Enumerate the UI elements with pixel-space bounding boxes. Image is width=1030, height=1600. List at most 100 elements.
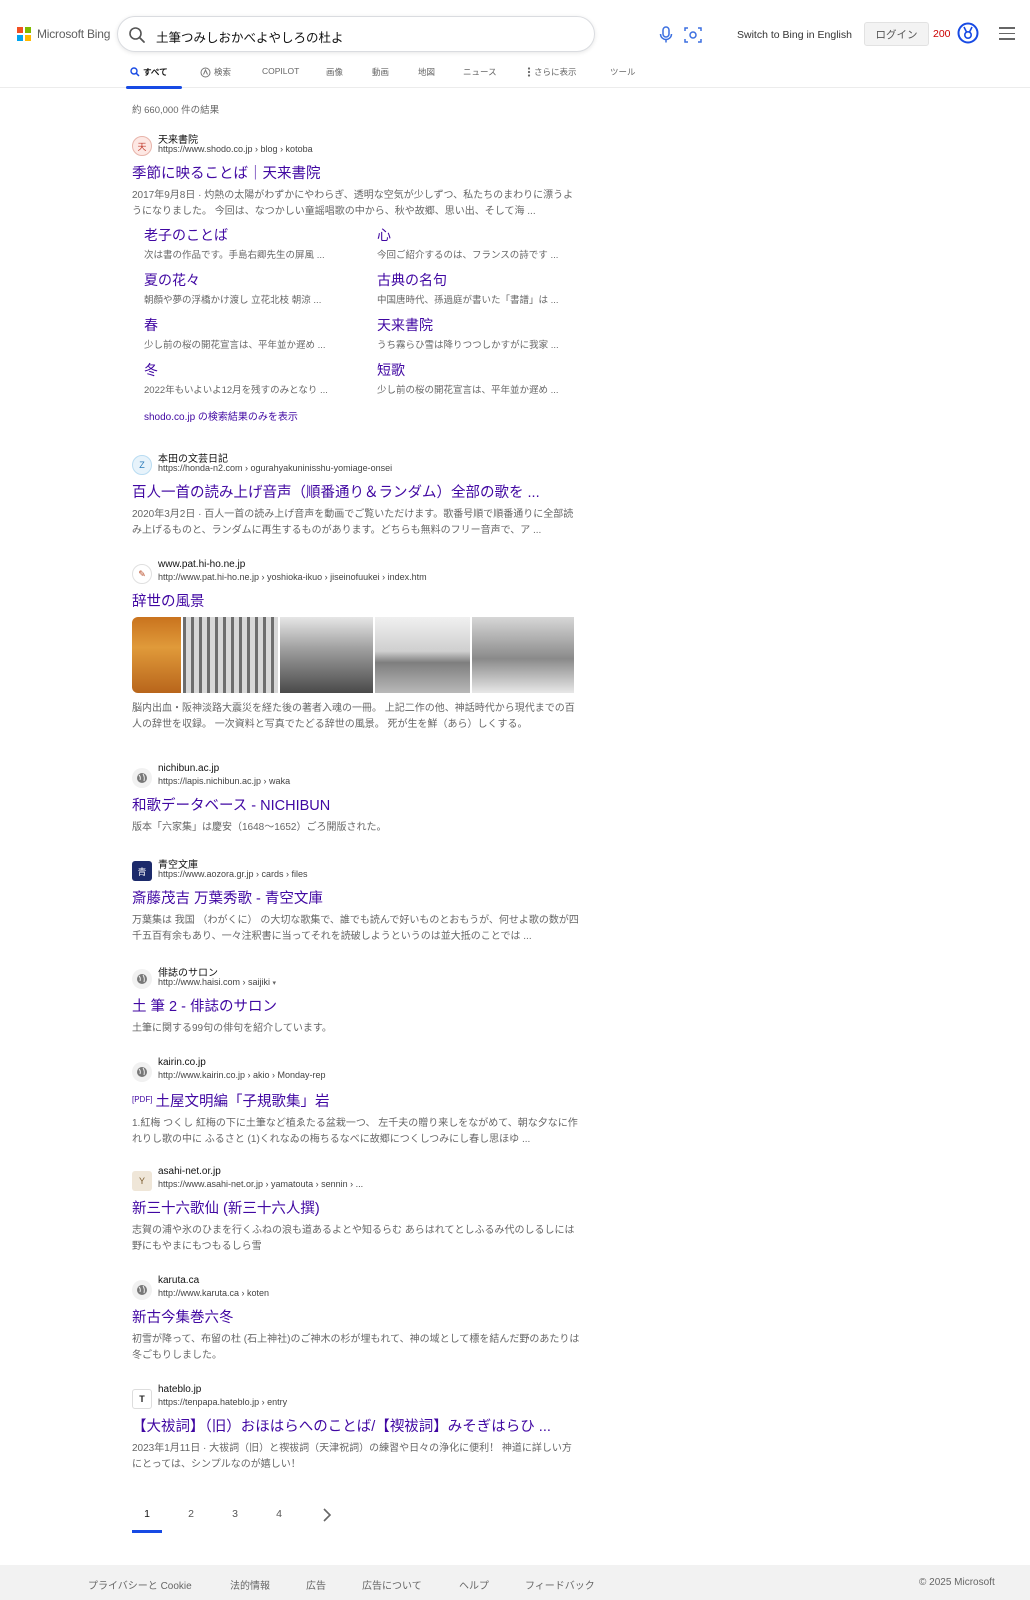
menu-icon[interactable] bbox=[999, 27, 1015, 44]
page-3[interactable]: 3 bbox=[220, 1508, 250, 1520]
deeplink[interactable]: 冬 2022年もいよいよ12月を残すのみとなり ... bbox=[144, 361, 344, 396]
search-result: 俳誌のサロン http://www.haisi.com › saijiki ▾ … bbox=[132, 963, 580, 1037]
result-header[interactable]: Z 本田の文芸日記 https://honda-n2.com › ogurahy… bbox=[132, 449, 580, 479]
search-input[interactable]: 土筆つみしおかべよやしろの杜よ bbox=[156, 27, 344, 46]
tab-copilot[interactable]: COPILOT bbox=[262, 66, 299, 76]
site-name: nichibun.ac.jp bbox=[158, 763, 220, 774]
result-header[interactable]: T hateblo.jp https://tenpapa.hateblo.jp … bbox=[132, 1383, 580, 1413]
search-icon bbox=[130, 67, 140, 77]
copilot-icon bbox=[200, 67, 211, 77]
more-from-site-link[interactable]: shodo.co.jp の検索結果のみを表示 bbox=[144, 408, 298, 423]
search-box[interactable]: 土筆つみしおかべよやしろの杜よ bbox=[117, 16, 702, 52]
rewards-points[interactable]: 200 bbox=[933, 28, 951, 40]
result-title-link[interactable]: 新古今集巻六冬 bbox=[132, 1309, 580, 1327]
result-snippet: 1.紅梅 つくし 紅梅の下に土筆など植ゑたる盆栽一つ、 左千夫の贈り来しをながめ… bbox=[132, 1118, 578, 1145]
result-title-link[interactable]: 新三十六歌仙 (新三十六人撰) bbox=[132, 1200, 580, 1218]
microphone-icon[interactable] bbox=[658, 26, 674, 44]
footer-privacy-link[interactable]: プライバシーと Cookie bbox=[88, 1577, 192, 1592]
more-vertical-icon bbox=[527, 67, 531, 77]
site-favicon-icon: ✎ bbox=[132, 564, 152, 584]
deeplink[interactable]: 老子のことば 次は書の作品です。手島右卿先生の屏風 ... bbox=[144, 226, 344, 261]
deeplink[interactable]: 天来書院 うち霧らひ雪は降りつつしかすがに我家 ... bbox=[377, 316, 577, 351]
result-title-link[interactable]: 【大祓詞】（旧）おほはらへのことば/【禊祓詞】みそぎはらひ ... bbox=[132, 1418, 580, 1436]
deeplink[interactable]: 春少し前の桜の開花宣言は、平年並か遅め ... bbox=[144, 316, 344, 351]
result-header[interactable]: karuta.ca http://www.karuta.ca › koten bbox=[132, 1274, 580, 1304]
site-url: https://tenpapa.hateblo.jp › entry bbox=[158, 1397, 288, 1407]
visual-search-icon[interactable] bbox=[684, 26, 702, 44]
tab-videos[interactable]: 動画 bbox=[372, 66, 389, 78]
footer-legal-link[interactable]: 法的情報 bbox=[230, 1577, 270, 1592]
footer-ads-link[interactable]: 広告 bbox=[306, 1577, 326, 1592]
deeplink[interactable]: 夏の花々 朝顔や夢の浮橋かけ渡し 立花北枝 朝涼 ... bbox=[144, 271, 344, 306]
result-title-link[interactable]: 百人一首の読み上げ音声（順番通り＆ランダム）全部の歌を ... bbox=[132, 484, 580, 502]
footer-about-ads-link[interactable]: 広告について bbox=[362, 1577, 422, 1592]
globe-icon bbox=[132, 969, 152, 989]
site-favicon-icon: 青 bbox=[132, 861, 152, 881]
site-name: karuta.ca bbox=[158, 1275, 200, 1286]
result-title-link[interactable]: 和歌データベース - NICHIBUN bbox=[132, 797, 580, 815]
tab-news[interactable]: ニュース bbox=[463, 66, 497, 78]
result-title-link[interactable]: 辞世の風景 bbox=[132, 593, 580, 611]
search-result: kairin.co.jp http://www.kairin.co.jp › a… bbox=[132, 1056, 580, 1148]
active-tab-indicator bbox=[126, 86, 182, 89]
rewards-medal-icon[interactable] bbox=[957, 22, 979, 44]
result-header[interactable]: Y asahi-net.or.jp https://www.asahi-net.… bbox=[132, 1165, 580, 1195]
pdf-badge: [PDF] bbox=[132, 1095, 153, 1104]
caret-down-icon[interactable]: ▾ bbox=[273, 980, 277, 987]
tab-tools[interactable]: ツール bbox=[610, 66, 636, 78]
house-photo-image[interactable] bbox=[280, 617, 373, 693]
page-2[interactable]: 2 bbox=[176, 1508, 206, 1520]
tab-all[interactable]: すべて bbox=[130, 66, 168, 78]
bing-logo[interactable]: Microsoft Bing bbox=[17, 27, 110, 41]
result-header[interactable]: 青 青空文庫 https://www.aozora.gr.jp › cards … bbox=[132, 855, 580, 885]
site-favicon-icon: T bbox=[132, 1389, 152, 1409]
street-photo-image[interactable] bbox=[472, 617, 574, 693]
search-result: T hateblo.jp https://tenpapa.hateblo.jp … bbox=[132, 1383, 580, 1473]
book-cover-image[interactable] bbox=[132, 617, 181, 693]
site-url: http://www.pat.hi-ho.ne.jp › yoshioka-ik… bbox=[158, 572, 427, 582]
result-snippet: 脳内出血・阪神淡路大震災を経た後の著者入魂の一冊。 上記二作の他、神話時代から現… bbox=[132, 703, 575, 730]
result-header[interactable]: 天 天来書院 https://www.shodo.co.jp › blog › … bbox=[132, 130, 580, 160]
result-count: 約 660,000 件の結果 bbox=[132, 105, 220, 116]
result-header[interactable]: kairin.co.jp http://www.kairin.co.jp › a… bbox=[132, 1056, 580, 1086]
gate-photo-image[interactable] bbox=[183, 617, 278, 693]
search-result: 天 天来書院 https://www.shodo.co.jp › blog › … bbox=[132, 130, 580, 426]
footer: プライバシーと Cookie 法的情報 広告 広告について ヘルプ フィードバッ… bbox=[0, 1565, 1030, 1600]
search-result: Y asahi-net.or.jp https://www.asahi-net.… bbox=[132, 1165, 580, 1255]
result-header[interactable]: 俳誌のサロン http://www.haisi.com › saijiki ▾ bbox=[132, 963, 580, 993]
result-header[interactable]: ✎ www.pat.hi-ho.ne.jp http://www.pat.hi-… bbox=[132, 558, 580, 588]
deeplink[interactable]: 古典の名句 中国唐時代、孫過庭が書いた「書譜」は ... bbox=[377, 271, 577, 306]
next-page-icon[interactable] bbox=[320, 1506, 334, 1524]
result-title-link[interactable]: [PDF] 土屋文明編「子規歌集」岩 bbox=[132, 1091, 580, 1111]
result-title-link[interactable]: 季節に映ることば｜天来書院 bbox=[132, 165, 580, 183]
site-url: http://www.karuta.ca › koten bbox=[158, 1288, 270, 1298]
tab-more[interactable]: さらに表示 bbox=[527, 66, 577, 78]
switch-language-link[interactable]: Switch to Bing in English bbox=[737, 29, 852, 41]
result-title-link[interactable]: 土 筆 2 - 俳誌のサロン bbox=[132, 998, 580, 1016]
page-1[interactable]: 1 bbox=[132, 1508, 162, 1520]
site-name: kairin.co.jp bbox=[158, 1057, 206, 1068]
tab-copilot-search[interactable]: 検索 bbox=[200, 66, 231, 78]
result-title-link[interactable]: 斎藤茂吉 万葉秀歌 - 青空文庫 bbox=[132, 890, 580, 908]
deeplink[interactable]: 短歌 少し前の桜の開花宣言は、平年並か遅め ... bbox=[377, 361, 577, 396]
site-favicon-icon: Y bbox=[132, 1171, 152, 1191]
result-header[interactable]: nichibun.ac.jp https://lapis.nichibun.ac… bbox=[132, 762, 580, 792]
site-url: https://honda-n2.com › ogurahyakuninissh… bbox=[158, 463, 393, 473]
result-snippet: 志賀の浦や氷のひまを行くふねの浪も道あるよとや知るらむ あらはれてとしふるみ代の… bbox=[132, 1225, 575, 1252]
bay-photo-image[interactable] bbox=[375, 617, 470, 693]
result-snippet: 2023年1月11日 · 大祓詞（旧）と禊祓詞（天津祝詞）の練習や日々の浄化に便… bbox=[132, 1443, 572, 1470]
tab-images[interactable]: 画像 bbox=[326, 66, 343, 78]
current-page-indicator bbox=[132, 1530, 162, 1533]
page-4[interactable]: 4 bbox=[264, 1508, 294, 1520]
logo-text: Microsoft Bing bbox=[37, 27, 111, 41]
tab-maps[interactable]: 地図 bbox=[418, 66, 435, 78]
footer-feedback-link[interactable]: フィードバック bbox=[525, 1577, 595, 1592]
footer-help-link[interactable]: ヘルプ bbox=[459, 1577, 489, 1592]
site-url: https://lapis.nichibun.ac.jp › waka bbox=[158, 776, 291, 786]
search-icon[interactable] bbox=[128, 26, 146, 44]
globe-icon bbox=[132, 1280, 152, 1300]
login-button[interactable]: ログイン bbox=[864, 22, 929, 46]
globe-icon bbox=[132, 1062, 152, 1082]
deeplink[interactable]: 心今回ご紹介するのは、フランスの詩です ... bbox=[377, 226, 577, 261]
site-url: http://www.kairin.co.jp › akio › Monday-… bbox=[158, 1070, 326, 1080]
